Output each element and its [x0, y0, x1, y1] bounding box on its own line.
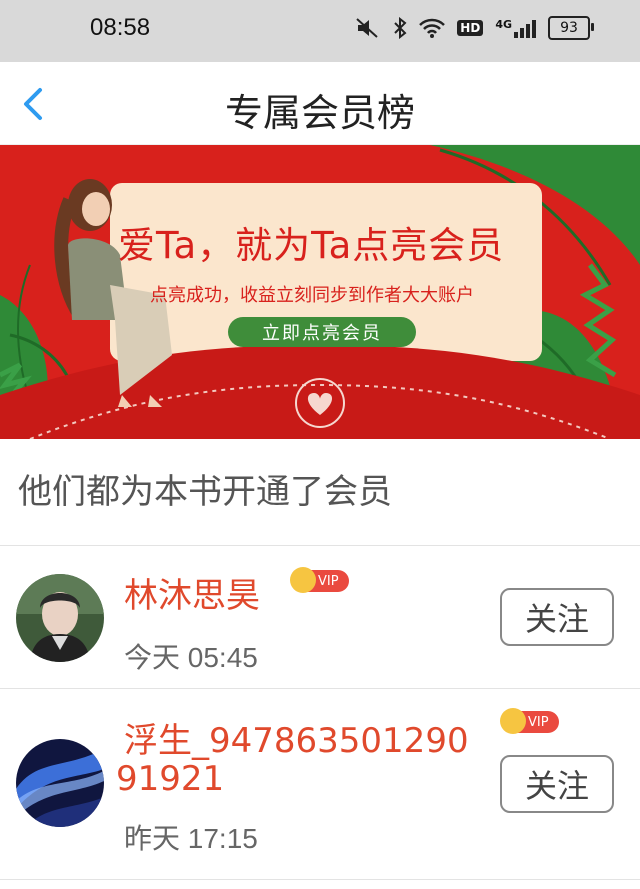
- network-type: 4G: [495, 18, 512, 31]
- vip-badge: VIP: [500, 708, 559, 734]
- avatar-image: [16, 739, 104, 827]
- member-time: 今天 05:45: [124, 642, 258, 673]
- status-bar: 08:58 HD 4G 93: [0, 0, 640, 62]
- mute-icon: [356, 18, 378, 38]
- follow-button[interactable]: 关注: [500, 588, 614, 646]
- promo-banner[interactable]: 爱Ta，就为Ta点亮会员 点亮成功，收益立刻同步到作者大大账户 立即点亮会员: [0, 145, 640, 439]
- member-name[interactable]: 浮生_947863501290: [124, 713, 469, 762]
- light-up-membership-button[interactable]: 立即点亮会员: [228, 317, 416, 347]
- signal-icon: 4G: [495, 18, 536, 38]
- member-name[interactable]: 林沐思昊: [124, 568, 260, 617]
- vip-label: VIP: [318, 573, 339, 589]
- status-icons: HD 4G 93: [355, 16, 594, 40]
- follow-button[interactable]: 关注: [500, 755, 614, 813]
- page-title: 专属会员榜: [224, 91, 415, 135]
- member-row[interactable]: 林沐思昊 VIP 今天 05:45 关注: [0, 546, 640, 689]
- member-name-continued[interactable]: 91921: [116, 759, 224, 799]
- bluetooth-icon: [394, 17, 407, 39]
- crown-icon: [500, 708, 526, 734]
- section-title: 他们都为本书开通了会员: [0, 439, 640, 546]
- battery-icon: 93: [548, 16, 594, 40]
- vip-label: VIP: [528, 714, 549, 730]
- avatar-image: [16, 574, 104, 662]
- banner-headline: 爱Ta，就为Ta点亮会员: [118, 224, 505, 267]
- vip-badge: VIP: [290, 567, 349, 593]
- crown-icon: [290, 567, 316, 593]
- avatar[interactable]: [16, 739, 104, 827]
- wifi-icon: [419, 18, 446, 38]
- avatar[interactable]: [16, 574, 104, 662]
- member-row[interactable]: 浮生_947863501290 91921 VIP 昨天 17:15 关注: [0, 689, 640, 880]
- member-time: 昨天 17:15: [124, 823, 258, 854]
- banner-subtitle: 点亮成功，收益立刻同步到作者大大账户: [150, 285, 474, 306]
- nav-bar: 专属会员榜: [0, 62, 640, 145]
- status-time: 08:58: [90, 14, 151, 41]
- hd-icon: HD: [457, 20, 484, 36]
